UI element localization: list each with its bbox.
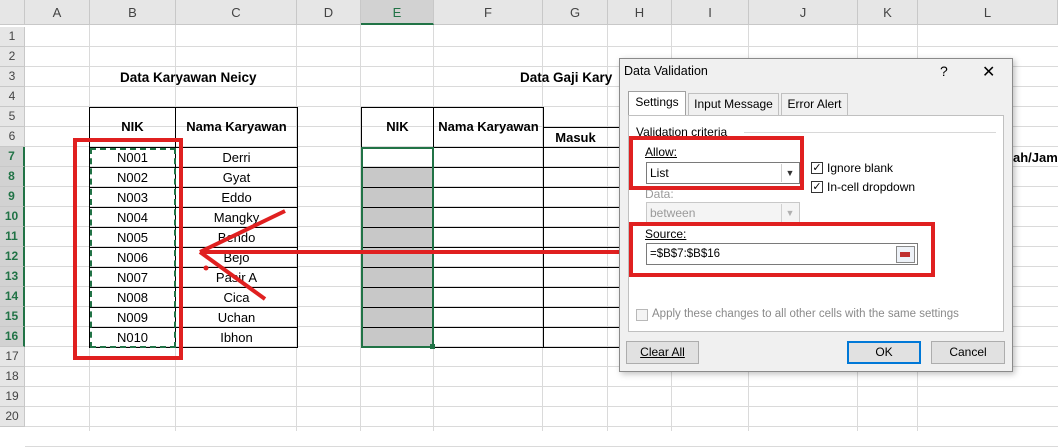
apply-all-label: Apply these changes to all other cells w… <box>652 308 959 320</box>
tab-error-alert[interactable]: Error Alert <box>781 93 848 115</box>
ignore-blank-label: Ignore blank <box>827 161 894 175</box>
incell-dropdown-label: In-cell dropdown <box>827 180 916 194</box>
apply-all-checkbox <box>636 309 648 321</box>
tab-input-message[interactable]: Input Message <box>688 93 779 115</box>
tab-settings[interactable]: Settings <box>628 91 686 115</box>
annotation-box-source <box>629 222 935 277</box>
cancel-button[interactable]: Cancel <box>931 341 1005 364</box>
ok-button[interactable]: OK <box>847 341 921 364</box>
dialog-title: Data Validation <box>624 64 708 78</box>
chevron-down-icon: ▼ <box>781 204 798 222</box>
close-icon[interactable]: ✕ <box>982 62 995 82</box>
ignore-blank-checkbox[interactable]: ✓ <box>811 162 823 174</box>
data-value: between <box>650 206 696 220</box>
criteria-divider <box>744 132 996 133</box>
incell-dropdown-checkbox[interactable]: ✓ <box>811 181 823 193</box>
annotation-box-allow <box>629 136 804 190</box>
clear-all-button[interactable]: Clear All <box>626 341 699 364</box>
data-validation-dialog: Data Validation ? ✕ Settings Input Messa… <box>619 58 1013 372</box>
data-select: between ▼ <box>646 202 800 224</box>
help-button[interactable]: ? <box>940 63 948 79</box>
